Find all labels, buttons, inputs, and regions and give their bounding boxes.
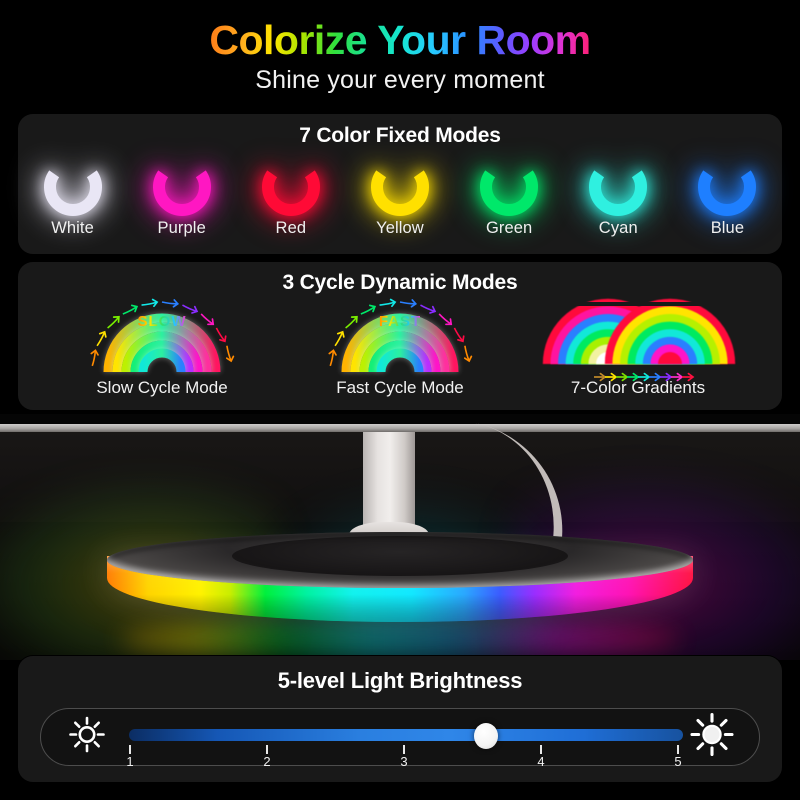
fixed-mode-red: Red xyxy=(243,158,339,238)
fixed-mode-label: Red xyxy=(275,219,307,237)
lamp-base-reflection xyxy=(120,618,680,660)
fixed-mode-arc xyxy=(25,158,121,218)
fixed-mode-arc xyxy=(134,158,230,218)
brightness-tick-5[interactable]: 5 xyxy=(672,745,684,769)
fixed-mode-green: Green xyxy=(461,158,557,238)
lamp-base-rim xyxy=(107,532,693,588)
fixed-mode-arc xyxy=(679,158,775,218)
fixed-mode-arc xyxy=(243,158,339,218)
sun-small-icon xyxy=(67,715,107,760)
fixed-modes-list: White Purple Red Yellow Green Cyan Blue xyxy=(18,158,782,250)
sun-large-icon xyxy=(689,712,735,763)
brightness-track-area[interactable]: 1 2 3 4 5 xyxy=(126,723,684,769)
fixed-mode-label: Blue xyxy=(710,219,745,237)
neon-arc-icon xyxy=(43,170,102,216)
tick-mark xyxy=(266,745,268,754)
tick-mark xyxy=(129,745,131,754)
cycle-modes-heading: 3 Cycle Dynamic Modes xyxy=(282,271,518,294)
brightness-tick-1[interactable]: 1 xyxy=(124,745,136,769)
brightness-thumb[interactable] xyxy=(474,723,499,749)
neon-arc-icon xyxy=(480,170,539,216)
tick-label: 1 xyxy=(126,754,134,769)
fixed-mode-label: Yellow xyxy=(376,219,424,237)
neon-arc-icon xyxy=(371,170,429,216)
neon-arc-icon xyxy=(589,170,648,216)
page-title: Colorize Your Room xyxy=(209,17,591,63)
tick-mark xyxy=(403,745,405,754)
fixed-modes-heading: 7 Color Fixed Modes xyxy=(299,124,501,147)
cycle-speed-badge: SLOW xyxy=(138,313,187,330)
brightness-tick-3[interactable]: 3 xyxy=(398,745,410,769)
tick-mark xyxy=(677,745,679,754)
lamp-stem xyxy=(363,432,415,536)
cycle-modes-list: SLOW Slow Cycle Mode FAST Fast Cycle Mode 7-… xyxy=(18,298,782,408)
header: Colorize Your Room Shine your every mome… xyxy=(0,17,800,95)
brightness-heading: 5-level Light Brightness xyxy=(277,668,523,693)
cycle-mode-figure: FAST xyxy=(286,298,514,380)
fixed-mode-cyan: Cyan xyxy=(570,158,666,238)
page-subtitle: Shine your every moment xyxy=(255,65,545,94)
fixed-mode-label: Purple xyxy=(157,219,206,237)
product-photo xyxy=(0,414,800,660)
cycle-mode-figure xyxy=(524,298,752,382)
fixed-mode-blue: Blue xyxy=(679,158,775,238)
brightness-tick-4[interactable]: 4 xyxy=(535,745,547,769)
cycle-mode-item: SLOW Slow Cycle Mode xyxy=(48,298,276,398)
tick-label: 2 xyxy=(263,754,271,769)
fixed-mode-label: Cyan xyxy=(598,219,638,237)
cycle-modes-panel: 3 Cycle Dynamic Modes SLOW Slow Cycle Mod… xyxy=(18,262,782,410)
fixed-mode-yellow: Yellow xyxy=(352,158,448,238)
neon-arc-icon xyxy=(152,170,211,216)
neon-arc-icon xyxy=(698,170,757,216)
fixed-mode-white: White xyxy=(25,158,121,238)
cycle-arc-figure: FAST xyxy=(328,298,473,373)
gradient-arcs-figure xyxy=(538,298,738,382)
cycle-mode-item: 7-Color Gradients xyxy=(524,298,752,398)
tick-label: 3 xyxy=(400,754,408,769)
fixed-mode-purple: Purple xyxy=(134,158,230,238)
tick-label: 4 xyxy=(537,754,545,769)
fixed-mode-arc xyxy=(461,158,557,218)
brightness-panel: 5-level Light Brightness 1 2 3 4 5 xyxy=(18,656,782,782)
brightness-track[interactable] xyxy=(129,729,683,741)
brightness-tick-2[interactable]: 2 xyxy=(261,745,273,769)
fixed-mode-arc xyxy=(352,158,448,218)
fixed-mode-label: White xyxy=(51,219,94,237)
neon-arc-icon xyxy=(261,170,320,216)
fixed-mode-label: Green xyxy=(485,219,533,237)
tick-mark xyxy=(540,745,542,754)
cycle-mode-item: FAST Fast Cycle Mode xyxy=(286,298,514,398)
cycle-arc-figure: SLOW xyxy=(90,298,235,373)
product-infographic: Colorize Your Room Shine your every mome… xyxy=(0,0,800,800)
cycle-mode-figure: SLOW xyxy=(48,298,276,380)
brightness-slider[interactable]: 1 2 3 4 5 xyxy=(40,708,760,769)
desk-edge xyxy=(0,424,800,432)
cycle-speed-badge: FAST xyxy=(379,313,421,330)
tick-label: 5 xyxy=(674,754,682,769)
fixed-modes-panel: 7 Color Fixed Modes White Purple Red Yellow… xyxy=(18,114,782,254)
fixed-mode-arc xyxy=(570,158,666,218)
